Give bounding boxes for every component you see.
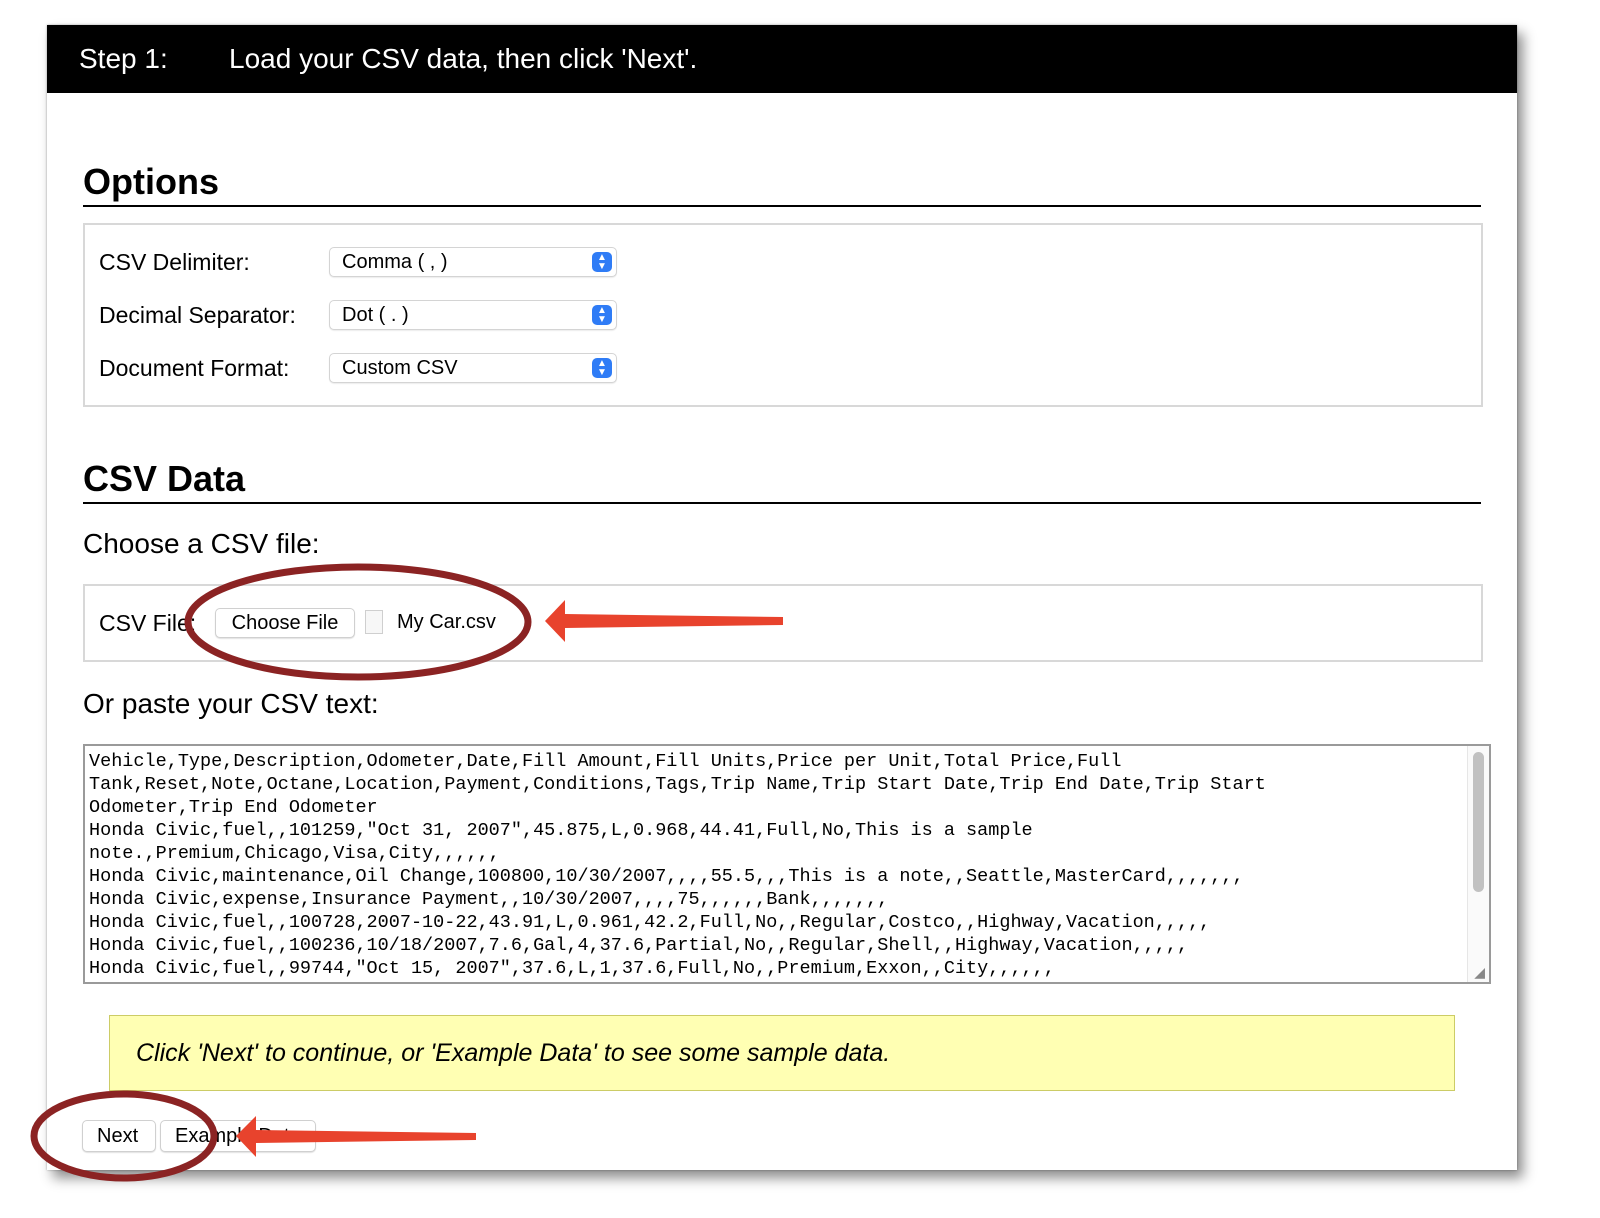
step-number: Step 1: [79,43,168,74]
csv-delimiter-select[interactable]: Comma ( , ) ▲ ▼ [329,247,617,277]
choose-file-heading: Choose a CSV file: [83,528,320,559]
notice-text: Click 'Next' to continue, or 'Example Da… [136,1039,891,1067]
select-stepper-icon: ▲ ▼ [592,252,612,272]
document-format-label: Document Format: [99,355,290,381]
selected-file-name: My Car.csv [397,611,496,633]
select-stepper-icon: ▲ ▼ [592,358,612,378]
example-data-button[interactable]: Example Data [160,1120,316,1152]
options-panel: CSV Delimiter: Comma ( , ) ▲ ▼ Decimal Se… [83,223,1483,407]
instruction-notice: Click 'Next' to continue, or 'Example Da… [109,1015,1455,1091]
resize-handle-icon[interactable]: ◢ [1474,965,1485,979]
decimal-separator-label: Decimal Separator: [99,302,296,328]
scrollbar-thumb[interactable] [1473,752,1484,892]
textarea-scrollbar[interactable] [1467,746,1489,982]
choose-file-button[interactable]: Choose File [215,608,355,638]
csv-file-label: CSV File: [99,610,197,636]
options-title: Options [83,161,1481,207]
csv-delimiter-value: Comma ( , ) [342,251,448,273]
document-format-select[interactable]: Custom CSV ▲ ▼ [329,353,617,383]
document-format-value: Custom CSV [342,357,458,379]
decimal-separator-select[interactable]: Dot ( . ) ▲ ▼ [329,300,617,330]
step-header: Step 1: Load your CSV data, then click '… [47,25,1517,93]
decimal-separator-value: Dot ( . ) [342,304,409,326]
csv-delimiter-label: CSV Delimiter: [99,249,250,275]
csv-data-title: CSV Data [83,458,1481,504]
select-stepper-icon: ▲ ▼ [592,305,612,325]
decimal-separator-row: Decimal Separator: Dot ( . ) ▲ ▼ [99,300,659,332]
app-window: Step 1: Load your CSV data, then click '… [47,25,1517,1170]
csv-text-area[interactable]: Vehicle,Type,Description,Odometer,Date,F… [83,744,1491,984]
csv-text-content[interactable]: Vehicle,Type,Description,Odometer,Date,F… [89,750,1459,978]
file-panel: CSV File: Choose File My Car.csv [83,584,1483,662]
next-button[interactable]: Next [82,1120,156,1152]
csv-delimiter-row: CSV Delimiter: Comma ( , ) ▲ ▼ [99,247,659,279]
paste-text-heading: Or paste your CSV text: [83,688,379,719]
file-icon [365,610,383,634]
step-instruction: Load your CSV data, then click 'Next'. [229,43,698,74]
document-format-row: Document Format: Custom CSV ▲ ▼ [99,353,659,385]
